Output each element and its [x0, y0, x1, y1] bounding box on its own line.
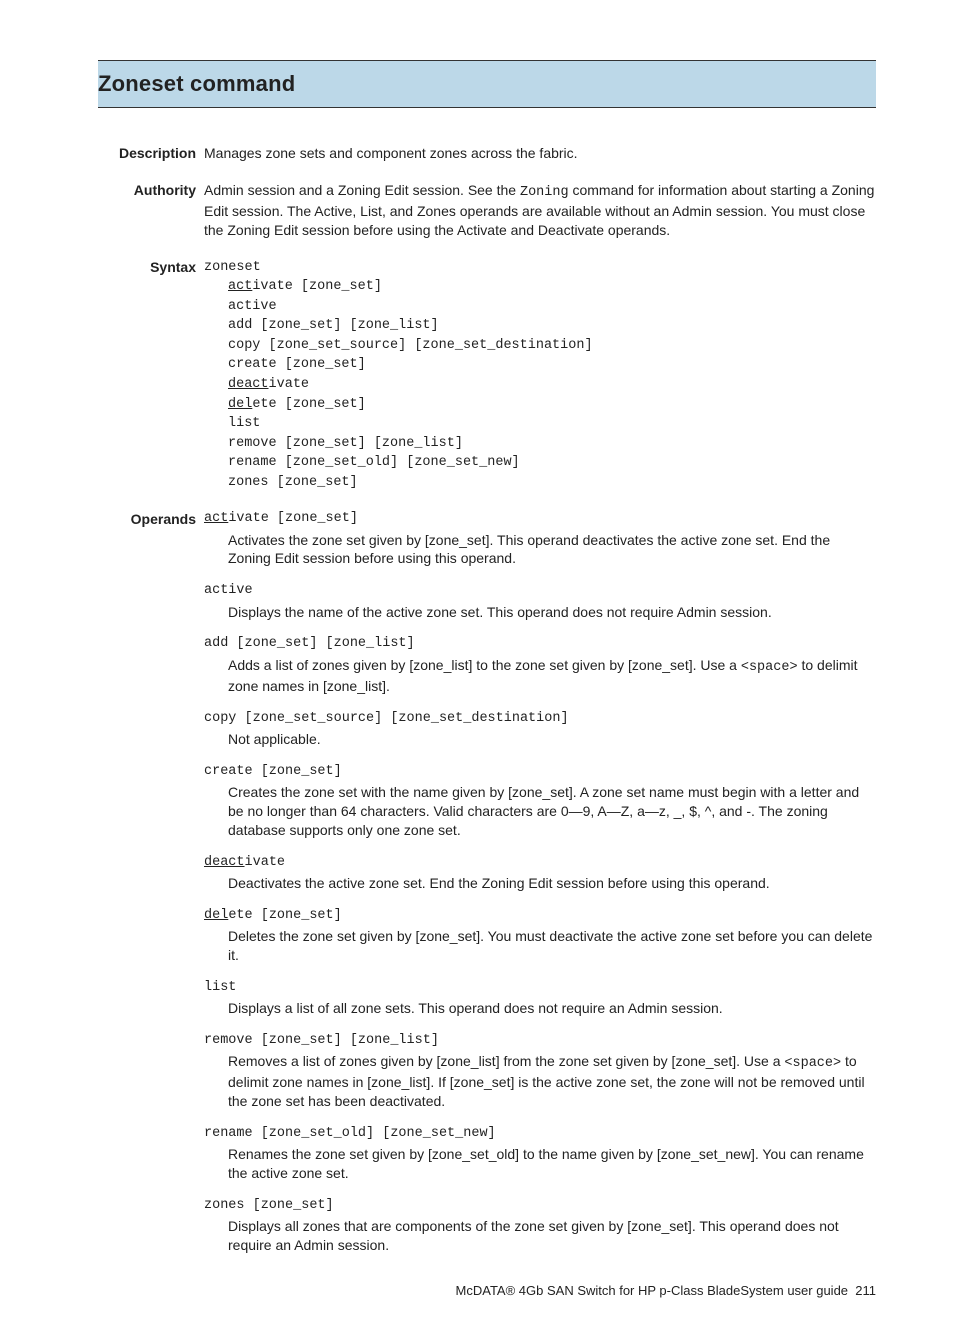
- operand-description: Deactivates the active zone set. End the…: [204, 874, 876, 893]
- operand-command: delete [zone_set]: [204, 907, 876, 925]
- syntax-line: active: [228, 297, 876, 317]
- syntax-line: deactivate: [228, 375, 876, 395]
- footer-text: McDATA® 4Gb SAN Switch for HP p-Class Bl…: [456, 1283, 849, 1298]
- operand-description: Displays all zones that are components o…: [204, 1217, 876, 1255]
- operand-description: Activates the zone set given by [zone_se…: [204, 531, 876, 569]
- operand-item: delete [zone_set] Deletes the zone set gi…: [204, 907, 876, 965]
- syntax-line: list: [228, 414, 876, 434]
- operand-command: active: [204, 582, 876, 600]
- operand-description: Displays the name of the active zone set…: [204, 603, 876, 622]
- operand-command: list: [204, 979, 876, 997]
- syntax-label: Syntax: [100, 258, 204, 277]
- operands-label: Operands: [100, 510, 204, 529]
- page-footer: McDATA® 4Gb SAN Switch for HP p-Class Bl…: [456, 1282, 876, 1300]
- operands-body: activate [zone_set] Activates the zone se…: [204, 510, 876, 1269]
- authority-section: Authority Admin session and a Zoning Edi…: [100, 181, 876, 240]
- authority-text-pre: Admin session and a Zoning Edit session.…: [204, 182, 520, 198]
- syntax-line: delete [zone_set]: [228, 395, 876, 415]
- operand-item: add [zone_set] [zone_list] Adds a list of…: [204, 635, 876, 695]
- footer-page-number: 211: [855, 1283, 876, 1298]
- syntax-line: zones [zone_set]: [228, 473, 876, 493]
- operand-command: add [zone_set] [zone_list]: [204, 635, 876, 653]
- syntax-line: rename [zone_set_old] [zone_set_new]: [228, 453, 876, 473]
- authority-body: Admin session and a Zoning Edit session.…: [204, 181, 876, 240]
- operand-item: remove [zone_set] [zone_list] Removes a l…: [204, 1032, 876, 1111]
- syntax-head: zoneset: [204, 258, 876, 278]
- syntax-section: Syntax zoneset activate [zone_set]active…: [100, 258, 876, 493]
- operand-command: rename [zone_set_old] [zone_set_new]: [204, 1125, 876, 1143]
- title-bar: Zoneset command: [98, 60, 876, 108]
- operand-description: Displays a list of all zone sets. This o…: [204, 999, 876, 1018]
- operand-command: deactivate: [204, 854, 876, 872]
- page-container: Zoneset command Description Manages zone…: [0, 0, 954, 1337]
- operands-section: Operands activate [zone_set] Activates th…: [100, 510, 876, 1269]
- operand-command: remove [zone_set] [zone_list]: [204, 1032, 876, 1050]
- operand-item: list Displays a list of all zone sets. Th…: [204, 979, 876, 1018]
- description-body: Manages zone sets and component zones ac…: [204, 144, 876, 163]
- syntax-line: copy [zone_set_source] [zone_set_destina…: [228, 336, 876, 356]
- operand-item: create [zone_set] Creates the zone set wi…: [204, 763, 876, 840]
- syntax-lines: activate [zone_set]activeadd [zone_set] …: [204, 277, 876, 492]
- syntax-line: activate [zone_set]: [228, 277, 876, 297]
- operand-description: Removes a list of zones given by [zone_l…: [204, 1052, 876, 1111]
- page-title: Zoneset command: [98, 69, 866, 99]
- operand-command: activate [zone_set]: [204, 510, 876, 528]
- operand-item: rename [zone_set_old] [zone_set_new] Rena…: [204, 1125, 876, 1183]
- syntax-body: zoneset activate [zone_set]activeadd [zo…: [204, 258, 876, 493]
- operand-description: Creates the zone set with the name given…: [204, 783, 876, 840]
- operand-description: Renames the zone set given by [zone_set_…: [204, 1145, 876, 1183]
- operand-description: Adds a list of zones given by [zone_list…: [204, 656, 876, 696]
- operand-item: copy [zone_set_source] [zone_set_destina…: [204, 710, 876, 749]
- operand-item: activate [zone_set] Activates the zone se…: [204, 510, 876, 568]
- operand-command: copy [zone_set_source] [zone_set_destina…: [204, 710, 876, 728]
- operand-command: create [zone_set]: [204, 763, 876, 781]
- operand-item: zones [zone_set] Displays all zones that …: [204, 1197, 876, 1255]
- description-section: Description Manages zone sets and compon…: [100, 144, 876, 163]
- authority-label: Authority: [100, 181, 204, 200]
- syntax-line: remove [zone_set] [zone_list]: [228, 434, 876, 454]
- syntax-line: create [zone_set]: [228, 355, 876, 375]
- operand-description: Deletes the zone set given by [zone_set]…: [204, 927, 876, 965]
- operand-description: Not applicable.: [204, 730, 876, 749]
- description-label: Description: [100, 144, 204, 163]
- operand-item: deactivate Deactivates the active zone se…: [204, 854, 876, 893]
- authority-code: Zoning: [520, 185, 569, 200]
- operand-item: active Displays the name of the active zo…: [204, 582, 876, 621]
- syntax-line: add [zone_set] [zone_list]: [228, 316, 876, 336]
- operand-command: zones [zone_set]: [204, 1197, 876, 1215]
